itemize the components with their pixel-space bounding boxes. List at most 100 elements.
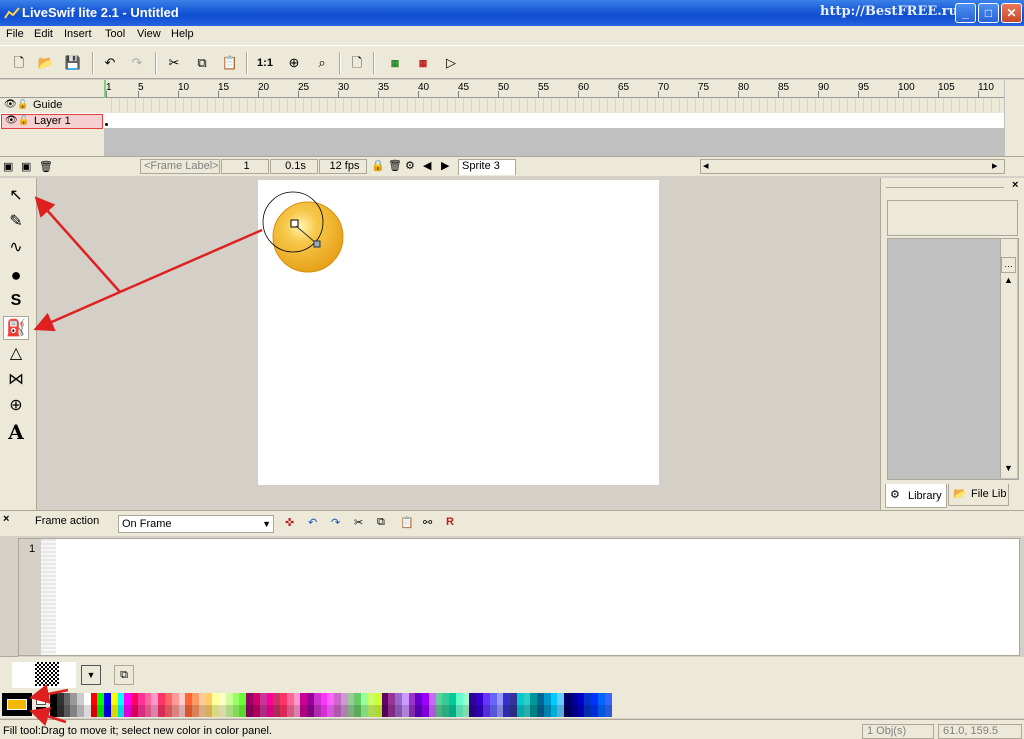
palette-swatch[interactable] [137, 705, 145, 717]
menu-edit[interactable]: Edit [34, 28, 53, 40]
palette-swatch[interactable] [577, 693, 585, 705]
palette-swatch[interactable] [313, 693, 321, 705]
palette-swatch[interactable] [83, 705, 91, 717]
delete-frame-icon[interactable]: 🗑 [388, 159, 402, 172]
palette-swatch[interactable] [63, 693, 71, 705]
gradient-radius-handle[interactable] [313, 240, 321, 248]
palette-swatch[interactable] [151, 693, 159, 705]
palette-swatch[interactable] [401, 693, 409, 705]
gradient-center-handle[interactable] [290, 219, 299, 228]
fps-field[interactable]: 12 fps [319, 159, 367, 174]
palette-swatch[interactable] [442, 693, 450, 705]
layer-1[interactable]: 👁 🔓 Layer 1 [1, 114, 103, 129]
lock-icon[interactable]: 🔓 [17, 99, 28, 110]
scroll-up-icon[interactable]: ▲ [1004, 275, 1013, 285]
fill-style-dropdown[interactable]: ▼ [81, 665, 101, 685]
fill-bucket-icon[interactable]: ⛽ [3, 316, 29, 340]
frame-label-input[interactable]: <Frame Label> [140, 159, 220, 174]
copy-action-icon[interactable]: ⧉ [377, 516, 385, 529]
palette-swatch[interactable] [462, 705, 470, 717]
scroll-right-icon[interactable]: ▸ [992, 159, 998, 172]
palette-swatch[interactable] [374, 693, 382, 705]
menu-tool[interactable]: Tool [105, 28, 125, 40]
maximize-button[interactable]: □ [978, 3, 999, 23]
palette-swatch[interactable] [158, 693, 166, 705]
tab-library[interactable]: ⚙ Library [885, 484, 947, 508]
palette-swatch[interactable] [300, 693, 308, 705]
undo-action-icon[interactable]: ↶ [308, 516, 317, 529]
palette-swatch[interactable] [537, 705, 544, 717]
palette-swatch[interactable] [110, 693, 118, 705]
palette-swatch[interactable] [570, 693, 578, 705]
palette-swatch[interactable] [395, 693, 402, 705]
palette-swatch[interactable] [239, 705, 247, 717]
close-button[interactable]: ✕ [1001, 3, 1022, 23]
palette-swatch[interactable] [462, 693, 470, 705]
palette-swatch[interactable] [374, 705, 382, 717]
palette-swatch[interactable] [334, 693, 341, 705]
zoom-1to1-button[interactable]: 1:1 [254, 52, 276, 74]
palette-swatch[interactable] [280, 693, 287, 705]
palette-swatch[interactable] [334, 705, 341, 717]
pencil-icon[interactable]: ✎ [3, 210, 29, 234]
palette-swatch[interactable] [381, 693, 389, 705]
frames-layer-1[interactable] [104, 113, 1004, 128]
palette-swatch[interactable] [104, 693, 111, 705]
palette-swatch[interactable] [367, 705, 375, 717]
export-fla-icon[interactable]: ▦ [384, 52, 406, 74]
action-close-icon[interactable]: × [3, 513, 9, 525]
palette-swatch[interactable] [185, 693, 193, 705]
palette-swatch[interactable] [598, 693, 605, 705]
palette-swatch[interactable] [219, 705, 226, 717]
palette-swatch[interactable] [422, 693, 429, 705]
palette-swatch[interactable] [77, 693, 84, 705]
open-folder-icon[interactable]: 📂 [35, 52, 57, 74]
palette-swatch[interactable] [523, 705, 531, 717]
eye-icon[interactable]: 👁 [5, 115, 18, 126]
palette-swatch[interactable] [361, 693, 368, 705]
curve-icon[interactable]: S [3, 289, 29, 313]
palette-swatch[interactable] [77, 705, 84, 717]
default-colors-swatch[interactable] [36, 707, 46, 714]
palette-swatch[interactable] [50, 693, 57, 705]
palette-swatch[interactable] [165, 693, 172, 705]
palette-swatch[interactable] [604, 705, 612, 717]
palette-swatch[interactable] [117, 693, 125, 705]
zoom-in-icon[interactable]: ⊕ [283, 52, 305, 74]
palette-swatch[interactable] [340, 693, 348, 705]
palette-swatch[interactable] [198, 705, 206, 717]
palette-swatch[interactable] [591, 705, 599, 717]
scroll-left-icon[interactable]: ◂ [703, 159, 709, 172]
palette-swatch[interactable] [246, 705, 253, 717]
palette-swatch[interactable] [449, 693, 456, 705]
palette-swatch[interactable] [550, 705, 558, 717]
bezier-icon[interactable]: ∿ [3, 236, 29, 260]
palette-swatch[interactable] [293, 693, 301, 705]
palette-grid[interactable] [50, 693, 612, 717]
palette-swatch[interactable] [510, 705, 517, 717]
script-editor[interactable] [18, 538, 1020, 656]
palette-swatch[interactable] [361, 705, 368, 717]
pattern-swatch[interactable] [35, 662, 59, 686]
delete-layer-icon[interactable]: 🗑 [39, 160, 53, 173]
zoom-tool-icon[interactable]: ⊕ [3, 394, 29, 418]
page-icon[interactable]: 🗋 [346, 52, 368, 74]
palette-swatch[interactable] [598, 705, 605, 717]
palette-swatch[interactable] [591, 693, 599, 705]
palette-swatch[interactable] [50, 705, 57, 717]
palette-swatch[interactable] [219, 693, 226, 705]
play-icon[interactable]: ▷ [440, 52, 462, 74]
palette-swatch[interactable] [476, 705, 483, 717]
copy-icon[interactable]: ⧉ [191, 52, 213, 74]
palette-swatch[interactable] [266, 693, 274, 705]
zoom-fit-icon[interactable]: ⌕ [311, 52, 333, 74]
palette-swatch[interactable] [90, 693, 98, 705]
palette-swatch[interactable] [503, 693, 511, 705]
palette-swatch[interactable] [347, 705, 355, 717]
palette-swatch[interactable] [232, 705, 240, 717]
palette-swatch[interactable] [503, 705, 511, 717]
palette-swatch[interactable] [144, 693, 152, 705]
find-icon[interactable]: ⚯ [423, 516, 432, 529]
palette-swatch[interactable] [449, 705, 456, 717]
palette-swatch[interactable] [165, 705, 172, 717]
